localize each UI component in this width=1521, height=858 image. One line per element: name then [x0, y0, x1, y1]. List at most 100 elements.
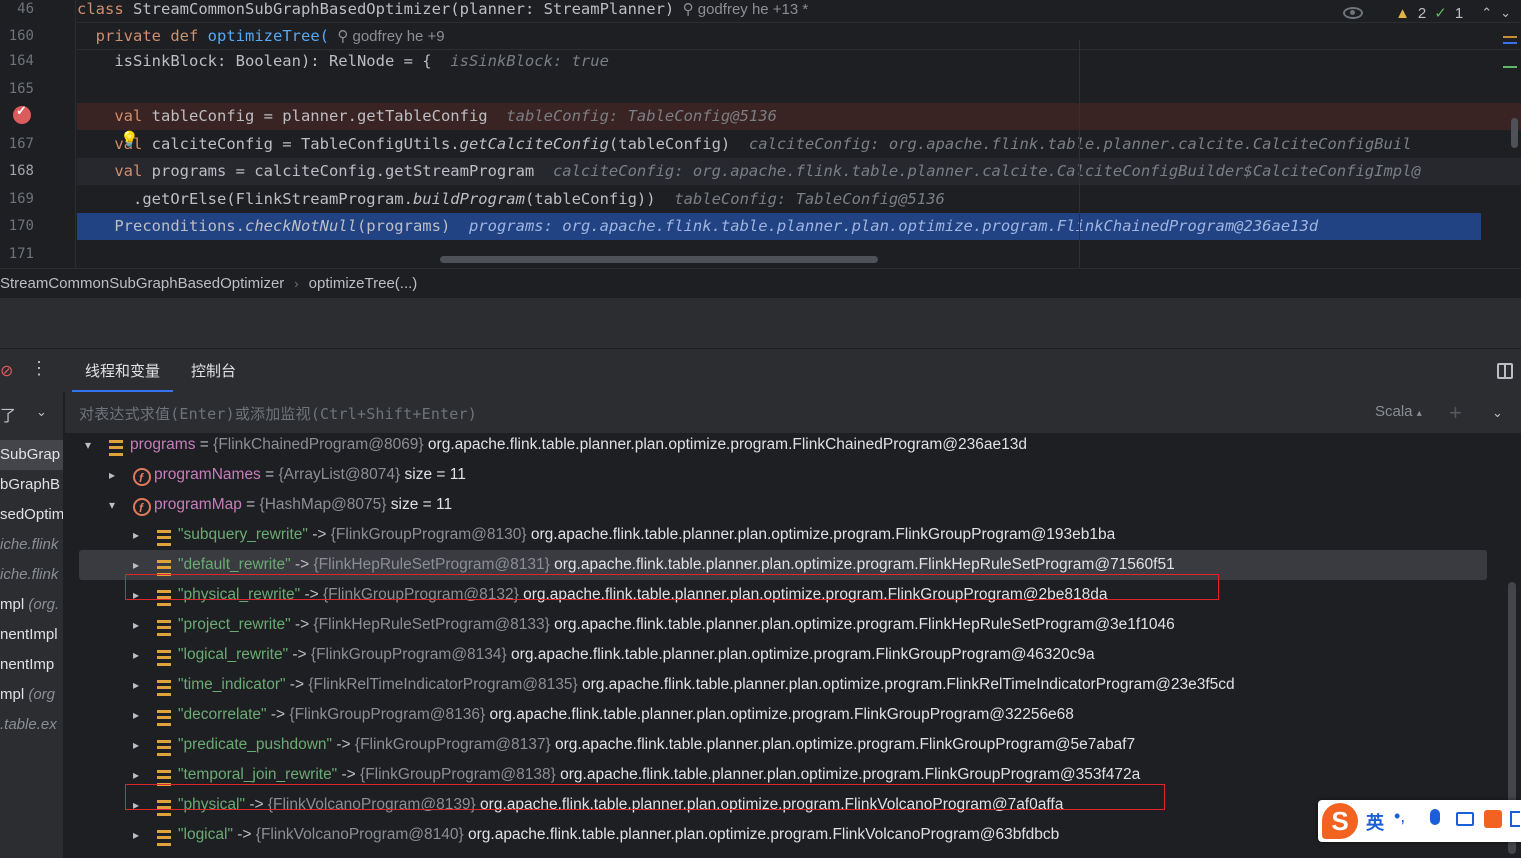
variable-type: {HashMap@8075} [259, 496, 387, 513]
variable-row[interactable]: ▸ "decorrelate" -> {FlinkGroupProgram@813… [65, 700, 1487, 730]
code-editor[interactable]: 46 160 164 165 167 168 169 170 171 class… [0, 0, 1521, 268]
collapsed-arrow-icon[interactable]: ▸ [133, 610, 139, 640]
microphone-icon[interactable] [1430, 809, 1440, 825]
frame-item[interactable]: nentImpl [0, 620, 58, 650]
variable-type: {FlinkGroupProgram@8138} [360, 766, 556, 783]
line-number: 165 [8, 81, 34, 97]
collapsed-arrow-icon[interactable]: ▸ [133, 730, 139, 760]
more-options-icon[interactable]: ⋮ [30, 358, 48, 379]
frame-item[interactable]: mpl (org [0, 680, 55, 710]
variable-value: org.apache.flink.table.planner.plan.opti… [560, 766, 1141, 783]
variable-row[interactable]: ▸ "logical" -> {FlinkVolcanoProgram@8140}… [65, 820, 1487, 850]
annotation-box [125, 784, 1165, 810]
add-watch-icon[interactable]: + [1449, 400, 1462, 426]
variable-row[interactable]: ▸ "logical_rewrite" -> {FlinkGroupProgram… [65, 640, 1487, 670]
frame-item[interactable]: mpl (org. [0, 590, 59, 620]
ime-punctuation-toggle[interactable]: •, [1394, 806, 1405, 827]
frame-item[interactable]: sedOptim [0, 500, 63, 530]
breakpoint-icon[interactable] [13, 103, 31, 124]
variable-row[interactable]: ▾ programMap = {HashMap@8075} size = 11 [65, 490, 1487, 523]
code-line-168[interactable]: val programs = calciteConfig.getStreamPr… [77, 158, 1521, 185]
error-stripe-mark[interactable] [1503, 42, 1517, 44]
evaluate-expression-input[interactable]: 对表达式求值(Enter)或添加监视(Ctrl+Shift+Enter) [79, 403, 477, 424]
map-key: "logical" [178, 826, 233, 843]
error-stripe-mark[interactable] [1503, 36, 1517, 38]
variable-row[interactable]: ▾ programs = {FlinkChainedProgram@8069} o… [65, 430, 1487, 460]
lightbulb-icon[interactable]: 💡 [120, 130, 139, 148]
frame-label: SubGrap [0, 446, 61, 463]
code-line-170-execution-point[interactable]: Preconditions.checkNotNull(programs) pro… [77, 213, 1481, 240]
layout-settings-icon[interactable] [1497, 363, 1513, 379]
variable-row[interactable]: ▸ "subquery_rewrite" -> {FlinkGroupProgra… [65, 520, 1487, 550]
evaluate-expression-bar[interactable]: 对表达式求值(Enter)或添加监视(Ctrl+Shift+Enter) Sca… [65, 392, 1521, 434]
code-line-167[interactable]: val calciteConfig = TableConfigUtils.get… [77, 131, 1521, 158]
sticky-line-class[interactable]: class StreamCommonSubGraphBasedOptimizer… [77, 0, 1521, 23]
code-text: (tableConfig)) [524, 190, 656, 208]
warning-count: 2 [1417, 4, 1427, 22]
reader-mode-icon[interactable] [1343, 7, 1364, 19]
checkmark-icon[interactable]: ✓ [1434, 4, 1447, 22]
variable-row[interactable]: ▸ "time_indicator" -> {FlinkRelTimeIndica… [65, 670, 1487, 700]
collapsed-arrow-icon[interactable]: ▸ [133, 640, 139, 670]
inline-value-hint: programs: org.apache.flink.table.planner… [468, 217, 1319, 235]
frame-item[interactable]: SubGrap [0, 440, 63, 470]
frame-label: iche.flink [0, 536, 59, 553]
breadcrumb-class[interactable]: StreamCommonSubGraphBasedOptimizer [0, 275, 284, 292]
collapsed-arrow-icon[interactable]: ▸ [109, 460, 115, 490]
variable-row[interactable]: ▸ "predicate_pushdown" -> {FlinkGroupProg… [65, 730, 1487, 760]
toolbox-icon[interactable] [1510, 811, 1520, 827]
ime-toolbar[interactable]: S 英 •, [1318, 800, 1521, 842]
collapsed-arrow-icon[interactable]: ▸ [133, 670, 139, 700]
collapsed-arrow-icon[interactable]: ▸ [133, 820, 139, 850]
inspection-widget[interactable]: ▲ 2 ✓ 1 ⌃ ⌄ [1343, 2, 1511, 24]
tab-threads-variables[interactable]: 线程和变量 [72, 349, 174, 393]
breadcrumb-method[interactable]: optimizeTree(...) [309, 275, 418, 292]
frame-item[interactable]: nentImp [0, 650, 54, 680]
variable-type: {FlinkGroupProgram@8136} [289, 706, 486, 723]
chevron-down-icon[interactable]: ⌄ [1500, 5, 1511, 21]
code-line-164[interactable]: isSinkBlock: Boolean): RelNode = { isSin… [77, 48, 1521, 75]
vertical-scrollbar[interactable] [1511, 118, 1518, 148]
language-selector[interactable]: Scala ▴ [1375, 403, 1422, 420]
chevron-up-icon[interactable]: ⌃ [1481, 5, 1492, 21]
tab-console[interactable]: 控制台 [178, 349, 249, 393]
ime-language-toggle[interactable]: 英 [1366, 809, 1384, 835]
mute-breakpoints-icon[interactable]: ⊘ [0, 361, 13, 381]
line-number: 167 [8, 136, 34, 152]
line-number-gutter[interactable]: 46 160 164 165 167 168 169 170 171 [0, 0, 76, 268]
horizontal-scrollbar[interactable] [440, 256, 878, 263]
variable-value: org.apache.flink.table.planner.plan.opti… [467, 826, 1060, 843]
frame-package: (org [28, 686, 56, 703]
field-icon [133, 463, 151, 493]
frame-label: mpl [0, 596, 29, 613]
skin-icon[interactable] [1484, 810, 1502, 828]
keyboard-icon[interactable] [1456, 812, 1474, 826]
line-number: 171 [8, 246, 34, 262]
sticky-line-method[interactable]: private def optimizeTree( ⚲ godfrey he +… [77, 23, 1521, 50]
code-text: tableConfig = planner.getTableConfig [142, 107, 488, 125]
chevron-down-icon[interactable]: ⌄ [1492, 405, 1503, 421]
variable-row[interactable]: ▸ programNames = {ArrayList@8074} size = … [65, 460, 1487, 493]
frame-item[interactable]: iche.flink [0, 530, 58, 560]
expanded-arrow-icon[interactable]: ▾ [85, 430, 91, 460]
collapsed-arrow-icon[interactable]: ▸ [133, 700, 139, 730]
warning-icon[interactable]: ▲ [1395, 5, 1410, 22]
sogou-logo-icon[interactable]: S [1322, 803, 1358, 839]
collapsed-arrow-icon[interactable]: ▸ [133, 520, 139, 550]
expanded-arrow-icon[interactable]: ▾ [109, 490, 115, 520]
error-stripe-mark[interactable] [1503, 66, 1517, 68]
frame-package: (org. [28, 596, 60, 613]
frame-item[interactable]: iche.flink [0, 560, 58, 590]
map-key: "default_rewrite" [178, 556, 291, 573]
keyword: class [77, 0, 124, 18]
frame-item[interactable]: bGraphB [0, 470, 60, 500]
variable-row[interactable]: ▸ "project_rewrite" -> {FlinkHepRuleSetPr… [65, 610, 1487, 640]
thread-selector[interactable]: 了 ⌄ [0, 392, 63, 434]
variable-type: {FlinkRelTimeIndicatorProgram@8135} [308, 676, 578, 693]
code-line-169[interactable]: .getOrElse(FlinkStreamProgram.buildProgr… [77, 186, 1521, 213]
frames-panel[interactable]: 了 ⌄ SubGrap bGraphB sedOptim iche.flink … [0, 392, 64, 858]
code-line-166[interactable]: val tableConfig = planner.getTableConfig… [77, 103, 1521, 130]
line-number: 169 [8, 191, 34, 207]
variables-panel[interactable]: 对表达式求值(Enter)或添加监视(Ctrl+Shift+Enter) Sca… [65, 392, 1521, 858]
frame-item[interactable]: .table.ex [0, 710, 57, 740]
